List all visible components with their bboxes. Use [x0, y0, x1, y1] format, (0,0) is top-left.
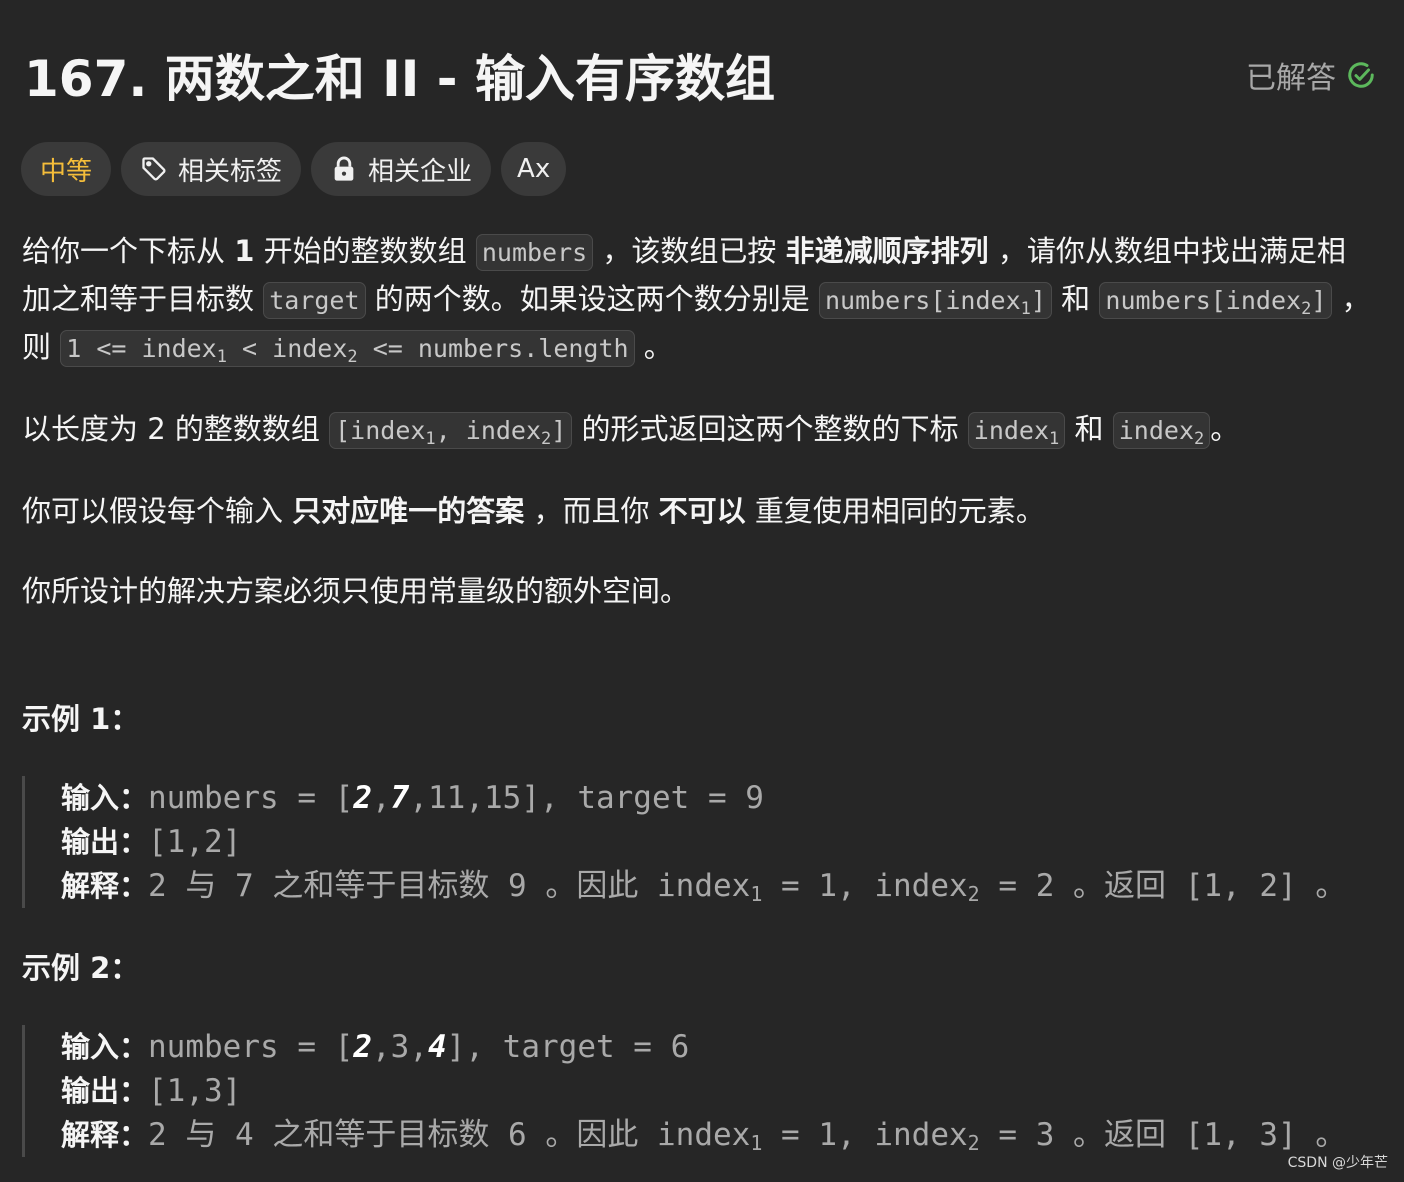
- description-paragraph-2: 以长度为 2 的整数数组 [index1, index2] 的形式返回这两个整数…: [22, 412, 1240, 449]
- example-1-explanation: 解释：2 与 7 之和等于目标数 9 。因此 index1 = 1, index…: [61, 868, 1347, 906]
- title-row: 167. 两数之和 II - 输入有序数组 已解答: [24, 40, 1376, 110]
- description-paragraph-1: 给你一个下标从 1 开始的整数数组 numbers ，该数组已按 非递减顺序排列…: [22, 234, 1371, 367]
- tag-bar: 中等 相关标签 相关企业 Ax: [21, 142, 567, 196]
- watermark: CSDN @少年芒: [1287, 1155, 1388, 1171]
- tag-icon: [142, 157, 166, 181]
- font-toggle-button[interactable]: Ax: [501, 142, 567, 196]
- lock-icon: [334, 156, 354, 181]
- inline-code: numbers[index2]: [1099, 282, 1333, 319]
- example-1-output: 输出：[1,2]: [61, 824, 242, 860]
- companies-label: 相关企业: [368, 156, 473, 187]
- example-1-title: 示例 1：: [22, 702, 140, 736]
- inline-code: target: [263, 282, 366, 319]
- inline-code: numbers: [475, 234, 594, 271]
- check-circle-icon: [1348, 62, 1374, 88]
- example-2-block: 输入：numbers = [2,3,4], target = 6 输出：[1,3…: [22, 1025, 1346, 1157]
- example-2-output: 输出：[1,3]: [61, 1073, 242, 1109]
- example-1-input: 输入：numbers = [2,7,11,15], target = 9: [61, 780, 764, 816]
- description-paragraph-4: 你所设计的解决方案必须只使用常量级的额外空间。: [22, 574, 690, 608]
- solved-label: 已解答: [1246, 61, 1336, 96]
- example-2-input: 输入：numbers = [2,3,4], target = 6: [61, 1029, 690, 1065]
- inline-code: 1 <= index1 < index2 <= numbers.length: [60, 330, 635, 367]
- inline-code: index2: [1112, 412, 1211, 449]
- inline-code: index1: [967, 412, 1066, 449]
- inline-code: [index1, index2]: [329, 412, 573, 449]
- example-1-block: 输入：numbers = [2,7,11,15], target = 9 输出：…: [22, 776, 1346, 908]
- companies-tag-button[interactable]: 相关企业: [311, 142, 492, 196]
- difficulty-badge[interactable]: 中等: [21, 142, 112, 196]
- solved-status: 已解答: [1246, 53, 1376, 97]
- problem-title: 167. 两数之和 II - 输入有序数组: [24, 50, 775, 108]
- topics-label: 相关标签: [178, 156, 283, 187]
- example-2-explanation: 解释：2 与 4 之和等于目标数 6 。因此 index1 = 1, index…: [61, 1117, 1347, 1155]
- inline-code: numbers[index1]: [818, 282, 1052, 319]
- example-2-title: 示例 2：: [22, 951, 140, 985]
- difficulty-label: 中等: [40, 156, 93, 187]
- description-paragraph-3: 你可以假设每个输入 只对应唯一的答案 ，而且你 不可以 重复使用相同的元素。: [22, 494, 1045, 528]
- translate-icon: Ax: [517, 154, 551, 184]
- topics-tag-button[interactable]: 相关标签: [121, 142, 302, 196]
